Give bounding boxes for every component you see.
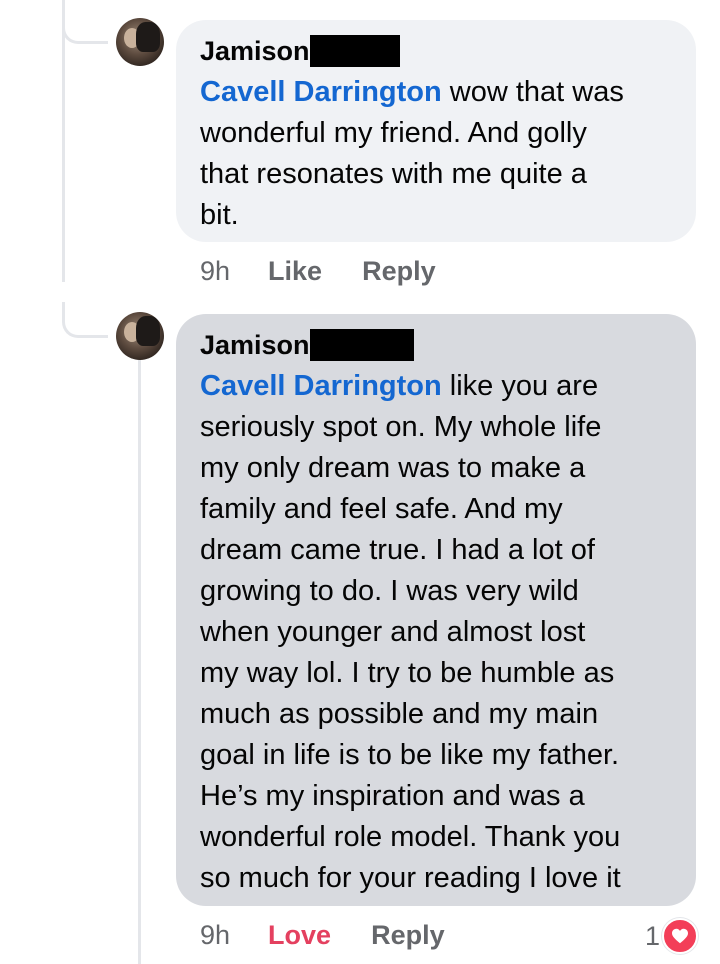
redaction-box xyxy=(309,35,400,67)
reply-thread-line xyxy=(138,340,141,964)
comment-timestamp[interactable]: 9h xyxy=(200,256,230,287)
like-button[interactable]: Like xyxy=(268,256,322,287)
mention-link[interactable]: Cavell Darrington xyxy=(200,76,442,108)
comment-bubble[interactable]: Jamison Cavell Darrington wow that was w… xyxy=(176,20,696,242)
comment-thread: Jamison Cavell Darrington wow that was w… xyxy=(0,0,720,964)
comment-author[interactable]: Jamison xyxy=(200,330,310,361)
avatar[interactable] xyxy=(116,312,164,360)
reply-button[interactable]: Reply xyxy=(362,256,436,287)
redaction-box xyxy=(309,329,414,361)
reaction-count: 1 xyxy=(644,920,660,951)
love-reaction-button[interactable]: Love xyxy=(268,920,331,951)
comment-actions: 9h Love Reply xyxy=(200,920,485,951)
thread-line xyxy=(62,0,65,282)
comment-text: Cavell Darrington like you are seriously… xyxy=(200,370,621,894)
mention-link[interactable]: Cavell Darrington xyxy=(200,370,442,402)
reaction-summary[interactable]: 1 xyxy=(645,918,698,954)
comment-actions: 9h Like Reply xyxy=(200,256,476,287)
avatar[interactable] xyxy=(116,18,164,66)
comment-author[interactable]: Jamison xyxy=(200,36,310,67)
thread-connector xyxy=(62,8,108,44)
reply-button[interactable]: Reply xyxy=(371,920,445,951)
comment-text: Cavell Darrington wow that was wonderful… xyxy=(200,76,624,231)
comment-bubble[interactable]: Jamison Cavell Darrington like you are s… xyxy=(176,314,696,906)
comment-timestamp[interactable]: 9h xyxy=(200,920,230,951)
thread-connector xyxy=(62,302,108,338)
heart-icon xyxy=(662,918,698,954)
